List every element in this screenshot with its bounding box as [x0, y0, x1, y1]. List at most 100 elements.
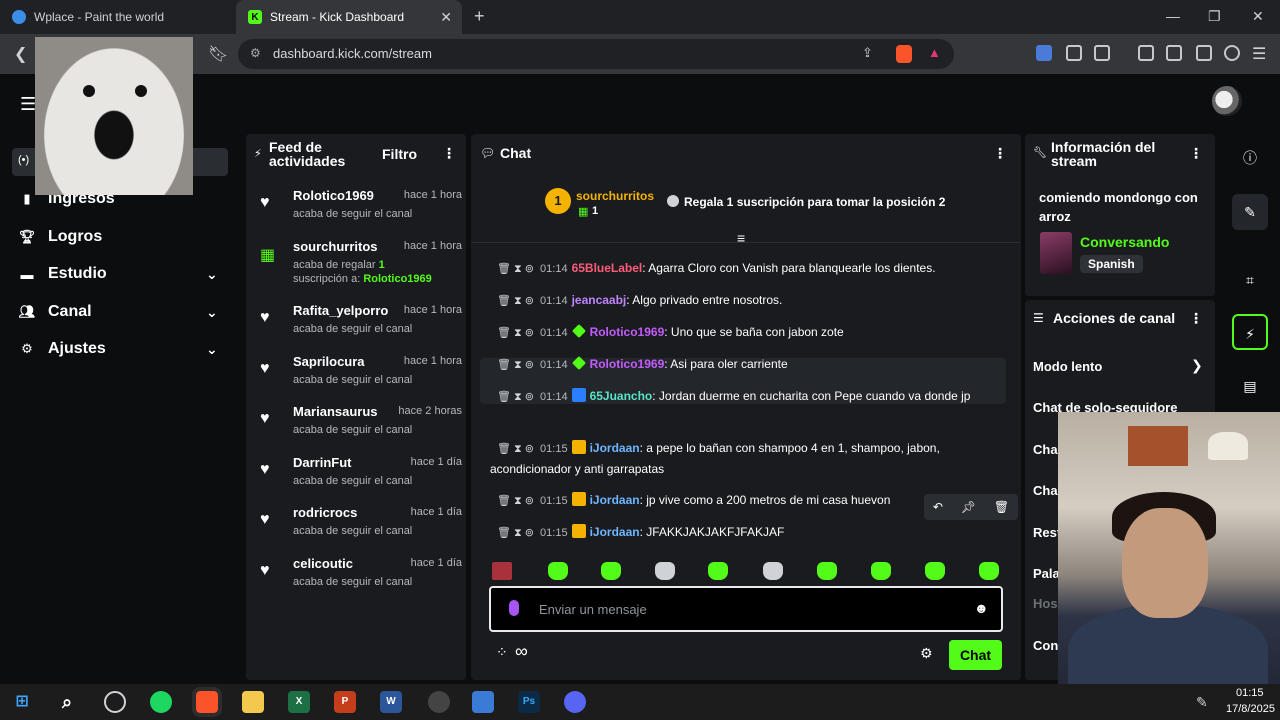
points-icon[interactable]: ⁘	[496, 644, 508, 661]
taskbar-date[interactable]: 17/8/2025	[1226, 703, 1275, 715]
send-chat-button[interactable]: Chat	[949, 640, 1002, 670]
emote-icon[interactable]	[871, 562, 891, 580]
notes-icon[interactable]: ▤	[1232, 368, 1268, 404]
filter-button[interactable]: Filtro	[382, 147, 417, 161]
capture-icon[interactable]: ⌗	[1232, 262, 1268, 298]
collapse-pinned-icon[interactable]: ≡	[737, 230, 745, 246]
feed-username[interactable]: Rafita_yelporro	[293, 303, 388, 318]
message-mod-tools[interactable]: 🗑︎ ⧗ ⊚	[497, 263, 534, 275]
emoji-icon[interactable]: ☻	[974, 600, 989, 616]
chat-message-input[interactable]: Enviar un mensaje ☻	[489, 586, 1003, 632]
emote-icon[interactable]	[548, 562, 568, 580]
gift-sub-cta[interactable]: Regala 1 suscripción para tomar la posic…	[684, 195, 945, 209]
emote-icon[interactable]	[817, 562, 837, 580]
microphone-icon[interactable]	[509, 600, 519, 616]
category-thumbnail[interactable]	[1040, 232, 1072, 274]
action-restricted[interactable]: Rest	[1033, 525, 1061, 540]
kebab-menu-icon[interactable]: ⋮	[442, 145, 456, 162]
message-mod-tools[interactable]: 🗑︎ ⧗ ⊚	[497, 359, 534, 371]
download-icon[interactable]	[1138, 45, 1154, 61]
spotify-icon[interactable]	[150, 691, 172, 713]
sidebar-item-ajustes[interactable]: ⚙ Ajustes ⌄	[18, 340, 218, 358]
chat-username[interactable]: 65BlueLabel	[572, 261, 643, 275]
photoshop-icon[interactable]: Ps	[518, 691, 540, 713]
chat-username[interactable]: iJordaan	[590, 441, 640, 455]
sidebar-item-estudio[interactable]: ▬ Estudio ⌄	[18, 265, 218, 283]
sidebar-toggle-icon[interactable]	[1166, 45, 1182, 61]
extensions-icon[interactable]	[1066, 45, 1082, 61]
file-explorer-icon[interactable]	[242, 691, 264, 713]
message-mod-tools[interactable]: 🗑︎ ⧗ ⊚	[497, 495, 534, 507]
emote-icon[interactable]	[601, 562, 621, 580]
emote-icon[interactable]	[655, 562, 675, 580]
quick-actions-lightning-icon[interactable]: ⚡	[1232, 314, 1268, 350]
feed-username[interactable]: rodricrocs	[293, 505, 357, 520]
message-mod-tools[interactable]: 🗑︎ ⧗ ⊚	[497, 527, 534, 539]
capcut-icon[interactable]	[472, 691, 494, 713]
leo-ai-icon[interactable]	[1224, 45, 1240, 61]
new-tab-icon[interactable]: +	[474, 6, 485, 27]
site-settings-icon[interactable]: ⚙	[250, 46, 261, 60]
action-host[interactable]: Hos	[1033, 596, 1058, 611]
action-banned-words[interactable]: Pala	[1033, 566, 1060, 581]
menu-icon[interactable]: ☰	[1252, 44, 1266, 64]
settings-app-icon[interactable]	[428, 691, 450, 713]
leader-username[interactable]: sourchurritos	[576, 189, 654, 203]
chat-username[interactable]: iJordaan	[590, 493, 640, 507]
kebab-menu-icon[interactable]: ⋮	[993, 145, 1007, 162]
category-name[interactable]: Conversando	[1080, 234, 1169, 250]
maximize-icon[interactable]: ❐	[1208, 8, 1221, 25]
feed-username[interactable]: DarrinFut	[293, 455, 352, 470]
message-mod-tools[interactable]: 🗑︎ ⧗ ⊚	[497, 391, 534, 403]
action-slow-mode[interactable]: Modo lento	[1033, 359, 1102, 374]
emote-icon[interactable]	[925, 562, 945, 580]
feed-username[interactable]: sourchurritos	[293, 239, 378, 254]
chat-username[interactable]: 65Juancho	[590, 389, 653, 403]
brave-shields-icon[interactable]	[896, 45, 912, 63]
message-mod-tools[interactable]: 🗑︎ ⧗ ⊚	[497, 295, 534, 307]
pin-icon[interactable]: 📌︎	[961, 500, 976, 514]
chat-settings-gear-icon[interactable]: ⚙	[920, 645, 933, 662]
omnibox[interactable]: ⚙ dashboard.kick.com/stream ⇪ ▲	[238, 39, 954, 69]
chat-username[interactable]: Rolotico1969	[590, 325, 665, 339]
feed-username[interactable]: Saprilocura	[293, 354, 365, 369]
tab-kick-dashboard[interactable]: K Stream - Kick Dashboard ✕	[236, 0, 462, 34]
action-chat-2[interactable]: Cha	[1033, 442, 1058, 457]
tab-wplace[interactable]: Wplace - Paint the world	[0, 0, 232, 34]
obs-icon[interactable]	[104, 691, 126, 713]
sidebar-item-logros[interactable]: 🏆︎ Logros	[18, 228, 102, 246]
share-icon[interactable]: ⇪	[862, 45, 873, 61]
screenshot-icon[interactable]	[1094, 45, 1110, 61]
kebab-menu-icon[interactable]: ⋮	[1189, 310, 1203, 327]
feed-username[interactable]: Mariansaurus	[293, 404, 378, 419]
word-icon[interactable]: W	[380, 691, 402, 713]
minimize-icon[interactable]: —	[1166, 8, 1180, 24]
wallet-icon[interactable]	[1196, 45, 1212, 61]
avatar[interactable]	[1212, 86, 1242, 116]
emote-icon[interactable]	[763, 562, 783, 580]
delete-icon[interactable]: 🗑︎	[994, 500, 1009, 514]
kebab-menu-icon[interactable]: ⋮	[1189, 145, 1203, 162]
message-mod-tools[interactable]: 🗑︎ ⧗ ⊚	[497, 327, 534, 339]
taskbar-time[interactable]: 01:15	[1236, 687, 1264, 699]
feed-username[interactable]: Rolotico1969	[293, 188, 374, 203]
reply-icon[interactable]: ↶	[933, 500, 943, 514]
discord-icon[interactable]	[564, 691, 586, 713]
action-chat-3[interactable]: Cha	[1033, 483, 1058, 498]
pen-tray-icon[interactable]: ✎	[1196, 694, 1208, 711]
chat-username[interactable]: Rolotico1969	[590, 357, 665, 371]
edit-pencil-icon[interactable]: ✎	[1232, 194, 1268, 230]
emote-icon[interactable]	[979, 562, 999, 580]
brave-browser-icon[interactable]	[192, 687, 222, 717]
chat-username[interactable]: jeancaabj	[572, 293, 627, 307]
info-icon[interactable]: ⓘ	[1232, 140, 1268, 176]
emote-icon[interactable]	[708, 562, 728, 580]
feed-username[interactable]: celicoutic	[293, 556, 353, 571]
search-icon[interactable]: ⌕	[56, 691, 78, 713]
action-config[interactable]: Con	[1033, 638, 1058, 653]
close-window-icon[interactable]: ✕	[1252, 8, 1264, 25]
translate-icon[interactable]	[1036, 45, 1052, 61]
sidebar-item-canal[interactable]: 👥︎ Canal ⌄	[18, 303, 218, 321]
back-icon[interactable]: ❮	[14, 44, 27, 64]
emote-icon[interactable]	[492, 562, 512, 580]
